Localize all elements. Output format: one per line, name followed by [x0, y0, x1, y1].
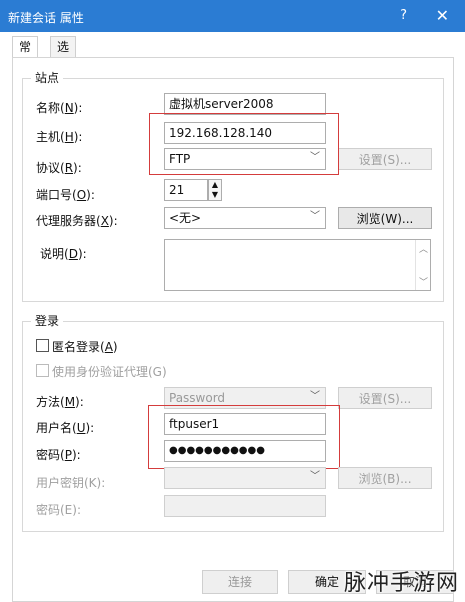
spinner-up-icon[interactable]: ▲	[209, 180, 221, 190]
use-agent-label: 使用身份验证代理(G)	[52, 365, 167, 379]
description-scrollbar[interactable]: ︿ ﹀	[415, 240, 430, 290]
method-label: 方法(M):	[36, 395, 84, 409]
title-bar: 新建会话 属性 ? ✕	[0, 0, 465, 32]
anonymous-label[interactable]: 匿名登录(A)	[52, 338, 118, 355]
host-label: 主机(H):	[36, 130, 83, 144]
port-input[interactable]: 21	[164, 179, 208, 201]
chevron-down-icon: ﹀	[310, 211, 320, 222]
watermark: 脉冲手游网	[343, 571, 459, 596]
chevron-down-icon: ﹀	[310, 391, 320, 402]
proxy-select[interactable]: <无> ﹀	[164, 207, 326, 229]
name-label: 名称(N):	[36, 101, 83, 115]
username-label: 用户名(U):	[36, 421, 95, 435]
description-label: 说明(D):	[40, 247, 87, 261]
proxy-label: 代理服务器(X):	[36, 214, 118, 228]
protocol-label: 协议(R):	[36, 161, 82, 175]
protocol-settings-button[interactable]: 设置(S)...	[338, 148, 432, 170]
method-settings-button[interactable]: 设置(S)...	[338, 387, 432, 409]
description-textarea[interactable]: ︿ ﹀	[164, 239, 431, 291]
user-key-select[interactable]: ﹀	[164, 467, 326, 489]
anonymous-checkbox[interactable]	[36, 339, 49, 352]
user-key-browse-button[interactable]: 浏览(B)...	[338, 467, 432, 489]
scroll-up-icon[interactable]: ︿	[419, 242, 428, 255]
port-spinner[interactable]: ▲ ▼	[208, 179, 222, 201]
connect-button[interactable]: 连接	[202, 570, 278, 594]
host-protocol-highlight	[149, 113, 339, 175]
close-button[interactable]: ✕	[436, 6, 449, 25]
site-group-legend: 站点	[31, 69, 64, 86]
port-label: 端口号(O):	[36, 188, 95, 202]
login-group-legend: 登录	[31, 312, 64, 329]
password-label: 密码(P):	[36, 448, 81, 462]
passphrase-input[interactable]	[164, 495, 326, 517]
name-input[interactable]: 虚拟机server2008	[164, 93, 326, 115]
passphrase-label: 密码(E):	[36, 503, 81, 517]
help-button[interactable]: ?	[400, 8, 407, 23]
chevron-down-icon: ﹀	[310, 471, 320, 482]
method-value: Password	[169, 391, 226, 405]
use-agent-checkbox[interactable]	[36, 364, 49, 377]
spinner-down-icon[interactable]: ▼	[209, 190, 221, 200]
scroll-down-icon[interactable]: ﹀	[419, 275, 428, 288]
window-title: 新建会话 属性	[8, 11, 84, 25]
credentials-highlight	[148, 405, 340, 469]
proxy-value: <无>	[169, 211, 202, 225]
user-key-label: 用户密钥(K):	[36, 476, 106, 490]
proxy-browse-button[interactable]: 浏览(W)...	[338, 207, 432, 229]
